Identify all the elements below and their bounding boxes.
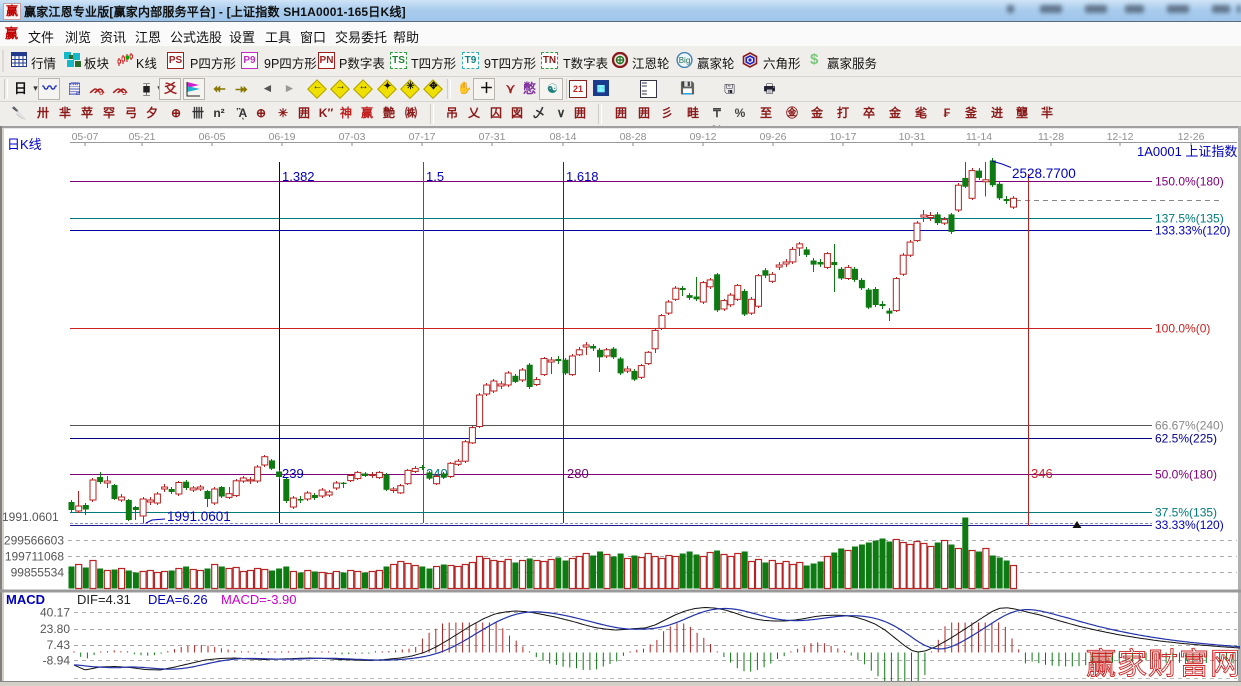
svg-text:40.17: 40.17 <box>40 606 70 620</box>
svg-text:2528.7700: 2528.7700 <box>1012 166 1076 181</box>
svg-text:07-03: 07-03 <box>339 131 366 143</box>
svg-text:1A0001 上证指数: 1A0001 上证指数 <box>1137 144 1237 159</box>
svg-text:08-14: 08-14 <box>550 131 577 143</box>
svg-text:06-05: 06-05 <box>199 131 226 143</box>
svg-text:1991.0601: 1991.0601 <box>2 510 59 524</box>
svg-text:11-28: 11-28 <box>1038 131 1064 143</box>
svg-text:07-31: 07-31 <box>479 131 506 143</box>
svg-text:62.5%(225): 62.5%(225) <box>1155 431 1217 445</box>
svg-text:346: 346 <box>1031 466 1053 481</box>
svg-text:Big: Big <box>679 56 691 65</box>
svg-text:08-28: 08-28 <box>620 131 647 143</box>
svg-text:50.0%(180): 50.0%(180) <box>1155 468 1217 482</box>
svg-text:赢家财富网: 赢家财富网 <box>1086 648 1241 681</box>
svg-text:09-26: 09-26 <box>760 131 787 143</box>
svg-text:10-17: 10-17 <box>830 131 857 143</box>
svg-text:MACD=-3.90: MACD=-3.90 <box>221 592 297 607</box>
svg-text:99855534: 99855534 <box>11 566 65 580</box>
svg-text:11-14: 11-14 <box>966 131 992 143</box>
svg-text:1.618: 1.618 <box>566 169 599 184</box>
svg-text:06-19: 06-19 <box>269 131 296 143</box>
svg-text:12-26: 12-26 <box>1178 131 1205 143</box>
svg-text:150.0%(180): 150.0%(180) <box>1155 175 1224 189</box>
svg-text:66.67%(240): 66.67%(240) <box>1155 418 1224 432</box>
svg-text:1991.0601: 1991.0601 <box>167 509 231 524</box>
svg-text:1.382: 1.382 <box>282 169 315 184</box>
svg-text:MACD: MACD <box>6 592 45 607</box>
svg-text:33.33%(120): 33.33%(120) <box>1155 518 1224 532</box>
svg-text:133.33%(120): 133.33%(120) <box>1155 224 1230 238</box>
svg-text:07-17: 07-17 <box>409 131 436 143</box>
svg-text:7.43: 7.43 <box>47 638 71 652</box>
svg-text:05-21: 05-21 <box>129 131 156 143</box>
svg-text:日K线: 日K线 <box>7 137 42 152</box>
svg-text:DIF=4.31: DIF=4.31 <box>77 592 131 607</box>
svg-text:199711068: 199711068 <box>5 550 65 564</box>
svg-text:299566603: 299566603 <box>4 534 64 548</box>
svg-text:09-12: 09-12 <box>690 131 717 143</box>
svg-text:DEA=6.26: DEA=6.26 <box>148 592 208 607</box>
svg-text:100.0%(0): 100.0%(0) <box>1155 322 1210 336</box>
svg-text:239: 239 <box>282 466 304 481</box>
svg-text:-8.94: -8.94 <box>43 654 71 668</box>
svg-text:05-07: 05-07 <box>72 131 99 143</box>
svg-text:23.80: 23.80 <box>40 622 70 636</box>
svg-text:280: 280 <box>567 466 589 481</box>
svg-text:1.5: 1.5 <box>426 169 444 184</box>
svg-text:10-31: 10-31 <box>899 131 926 143</box>
svg-text:12-12: 12-12 <box>1107 131 1134 143</box>
